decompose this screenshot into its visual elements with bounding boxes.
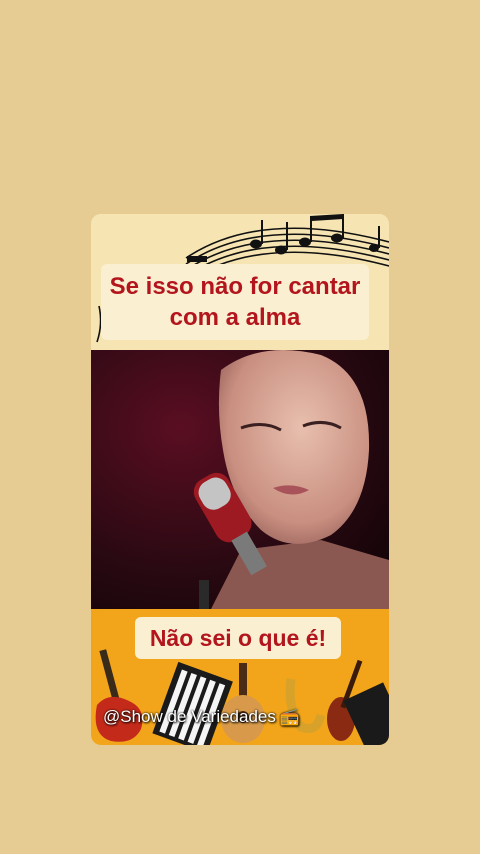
instrument-banner: Não sei o que é! @Show de Variedades 📻: [91, 609, 389, 745]
electric-guitar-icon: [95, 649, 143, 742]
keyboard-icon: [152, 661, 233, 745]
headline-line-2: com a alma: [169, 304, 301, 331]
channel-watermark: @Show de Variedades 📻: [103, 707, 300, 727]
top-banner: Se isso não for cantar com a alma: [91, 214, 389, 350]
headline-line-1: Se isso não for cantar: [109, 273, 361, 300]
radio-icon: 📻: [279, 709, 300, 726]
answer-caption: Não sei o que é!: [135, 617, 341, 659]
headline-caption: Se isso não for cantar com a alma: [101, 264, 369, 340]
page: { "headline": "Se isso não for cantar co…: [0, 0, 480, 854]
singer-video-image: [91, 350, 389, 609]
watermark-label: @Show de Variedades: [103, 707, 276, 726]
video-frame[interactable]: [91, 350, 389, 609]
video-card[interactable]: Se isso não for cantar com a alma Não se…: [91, 214, 389, 745]
acoustic-guitar-icon: [221, 663, 265, 743]
